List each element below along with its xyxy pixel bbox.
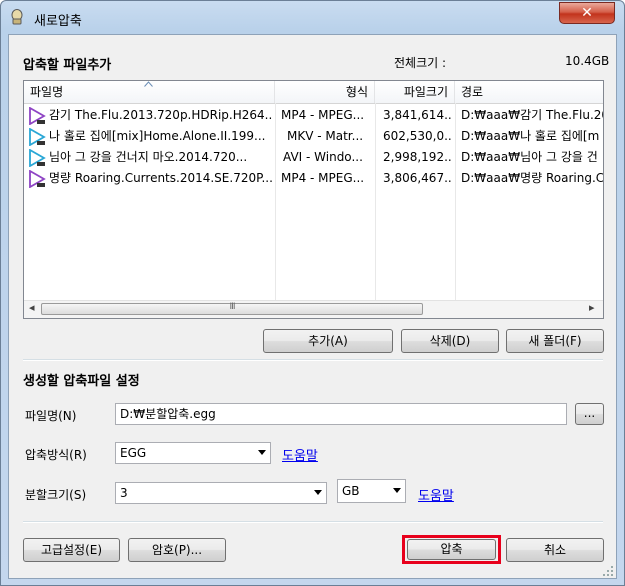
file-path-cell: D:₩aaa₩님아 그 강을 건: [461, 150, 598, 164]
sort-ascending-icon: [144, 81, 153, 87]
help-link-method[interactable]: 도움말: [282, 445, 318, 464]
file-path-cell: D:₩aaa₩감기 The.Flu.20: [461, 108, 603, 122]
dialog-body: 압축할 파일추가 전체크기 : 10.4GB 파일명 형식 파일크기 경로 감기…: [8, 34, 617, 579]
window-title: 새로압축: [34, 14, 82, 29]
table-row[interactable]: 나 홀로 집에[mix]Home.Alone.II.199... MKV - M…: [24, 126, 603, 147]
scroll-right-arrow-icon[interactable]: ▸: [589, 301, 595, 314]
split-size-select[interactable]: 3: [115, 482, 327, 504]
chevron-down-icon: [258, 450, 266, 455]
add-button[interactable]: 추가(A): [263, 329, 393, 353]
filename-label: 파일명(N): [25, 409, 77, 423]
file-format-cell: AVI - Windo...: [283, 150, 363, 164]
file-name-cell: 나 홀로 집에[mix]Home.Alone.II.199...: [49, 129, 266, 143]
column-label-path: 경로: [461, 85, 484, 99]
file-size-cell: 3,841,614...: [383, 108, 453, 122]
method-selected-value: EGG: [120, 446, 147, 460]
column-label-size: 파일크기: [403, 85, 448, 99]
total-size-value: 10.4GB: [565, 54, 610, 68]
delete-button[interactable]: 삭제(D): [401, 329, 499, 353]
chevron-down-icon: [314, 490, 322, 495]
video-file-icon: [29, 128, 46, 146]
table-row[interactable]: 님아 그 강을 건너지 마오.2014.720... AVI - Windo..…: [24, 147, 603, 168]
scroll-grip-icon: III: [229, 302, 236, 312]
file-name-cell: 님아 그 강을 건너지 마오.2014.720...: [49, 150, 248, 164]
cancel-button[interactable]: 취소: [506, 538, 604, 562]
chevron-down-icon: [393, 488, 401, 493]
file-size-cell: 2,998,192...: [383, 150, 453, 164]
compress-dialog: 새로압축 ✕ 압축할 파일추가 전체크기 : 10.4GB 파일명 형식 파일크…: [0, 0, 625, 586]
close-button[interactable]: ✕: [559, 2, 615, 24]
split-unit-select[interactable]: GB: [337, 479, 406, 503]
horizontal-scrollbar[interactable]: ◂ III ▸: [24, 300, 603, 318]
split-unit-value: GB: [342, 484, 360, 498]
column-header-size[interactable]: 파일크기: [375, 81, 455, 103]
video-file-icon: [29, 149, 46, 167]
help-link-split[interactable]: 도움말: [418, 485, 454, 504]
column-header-filename[interactable]: 파일명: [24, 81, 275, 103]
file-format-cell: MP4 - MPEG...: [281, 108, 365, 122]
scroll-left-arrow-icon[interactable]: ◂: [29, 301, 35, 314]
total-size-label: 전체크기 :: [394, 56, 447, 70]
column-header-path[interactable]: 경로: [455, 81, 603, 103]
column-label-format: 형식: [345, 85, 368, 99]
column-label-filename: 파일명: [30, 85, 64, 99]
column-header-format[interactable]: 형식: [275, 81, 375, 103]
browse-button[interactable]: ...: [575, 403, 604, 425]
filename-input[interactable]: D:₩분할압축.egg: [115, 403, 567, 425]
new-folder-button[interactable]: 새 폴더(F): [506, 329, 604, 353]
file-path-cell: D:₩aaa₩명량 Roaring.C: [461, 171, 603, 185]
compress-button[interactable]: 압축: [407, 539, 496, 560]
video-file-icon: [29, 107, 46, 125]
file-list[interactable]: 파일명 형식 파일크기 경로 감기 The.Flu.2013.720p.HDRi…: [23, 80, 604, 319]
divider: [23, 359, 603, 361]
close-icon: ✕: [581, 5, 593, 21]
advanced-settings-button[interactable]: 고급설정(E): [23, 538, 120, 562]
add-files-title: 압축할 파일추가: [23, 58, 112, 73]
file-path-cell: D:₩aaa₩나 홀로 집에[m: [461, 129, 600, 143]
settings-title: 생성할 압축파일 설정: [23, 374, 140, 389]
file-format-cell: MP4 - MPEG...: [281, 171, 365, 185]
table-row[interactable]: 감기 The.Flu.2013.720p.HDRip.H264... MP4 -…: [24, 105, 603, 126]
compress-button-highlight: 압축: [402, 535, 501, 564]
file-name-cell: 명량 Roaring.Currents.2014.SE.720P...: [49, 171, 273, 185]
app-icon: [11, 9, 23, 25]
split-size-label: 분할크기(S): [25, 488, 87, 502]
file-size-cell: 602,530,0...: [383, 129, 453, 143]
file-list-header: 파일명 형식 파일크기 경로: [24, 81, 603, 104]
method-select[interactable]: EGG: [115, 442, 271, 464]
file-name-cell: 감기 The.Flu.2013.720p.HDRip.H264...: [49, 108, 273, 122]
file-format-cell: MKV - Matr...: [287, 129, 364, 143]
divider: [23, 521, 603, 523]
file-size-cell: 3,806,467...: [383, 171, 453, 185]
scrollbar-thumb[interactable]: III: [41, 302, 423, 315]
title-bar[interactable]: 새로압축 ✕: [1, 1, 624, 35]
password-button[interactable]: 암호(P)...: [128, 538, 226, 562]
resize-grip-icon[interactable]: [602, 565, 614, 577]
method-label: 압축방식(R): [25, 448, 87, 462]
video-file-icon: [29, 170, 46, 188]
split-size-value: 3: [120, 486, 128, 500]
table-row[interactable]: 명량 Roaring.Currents.2014.SE.720P... MP4 …: [24, 168, 603, 189]
